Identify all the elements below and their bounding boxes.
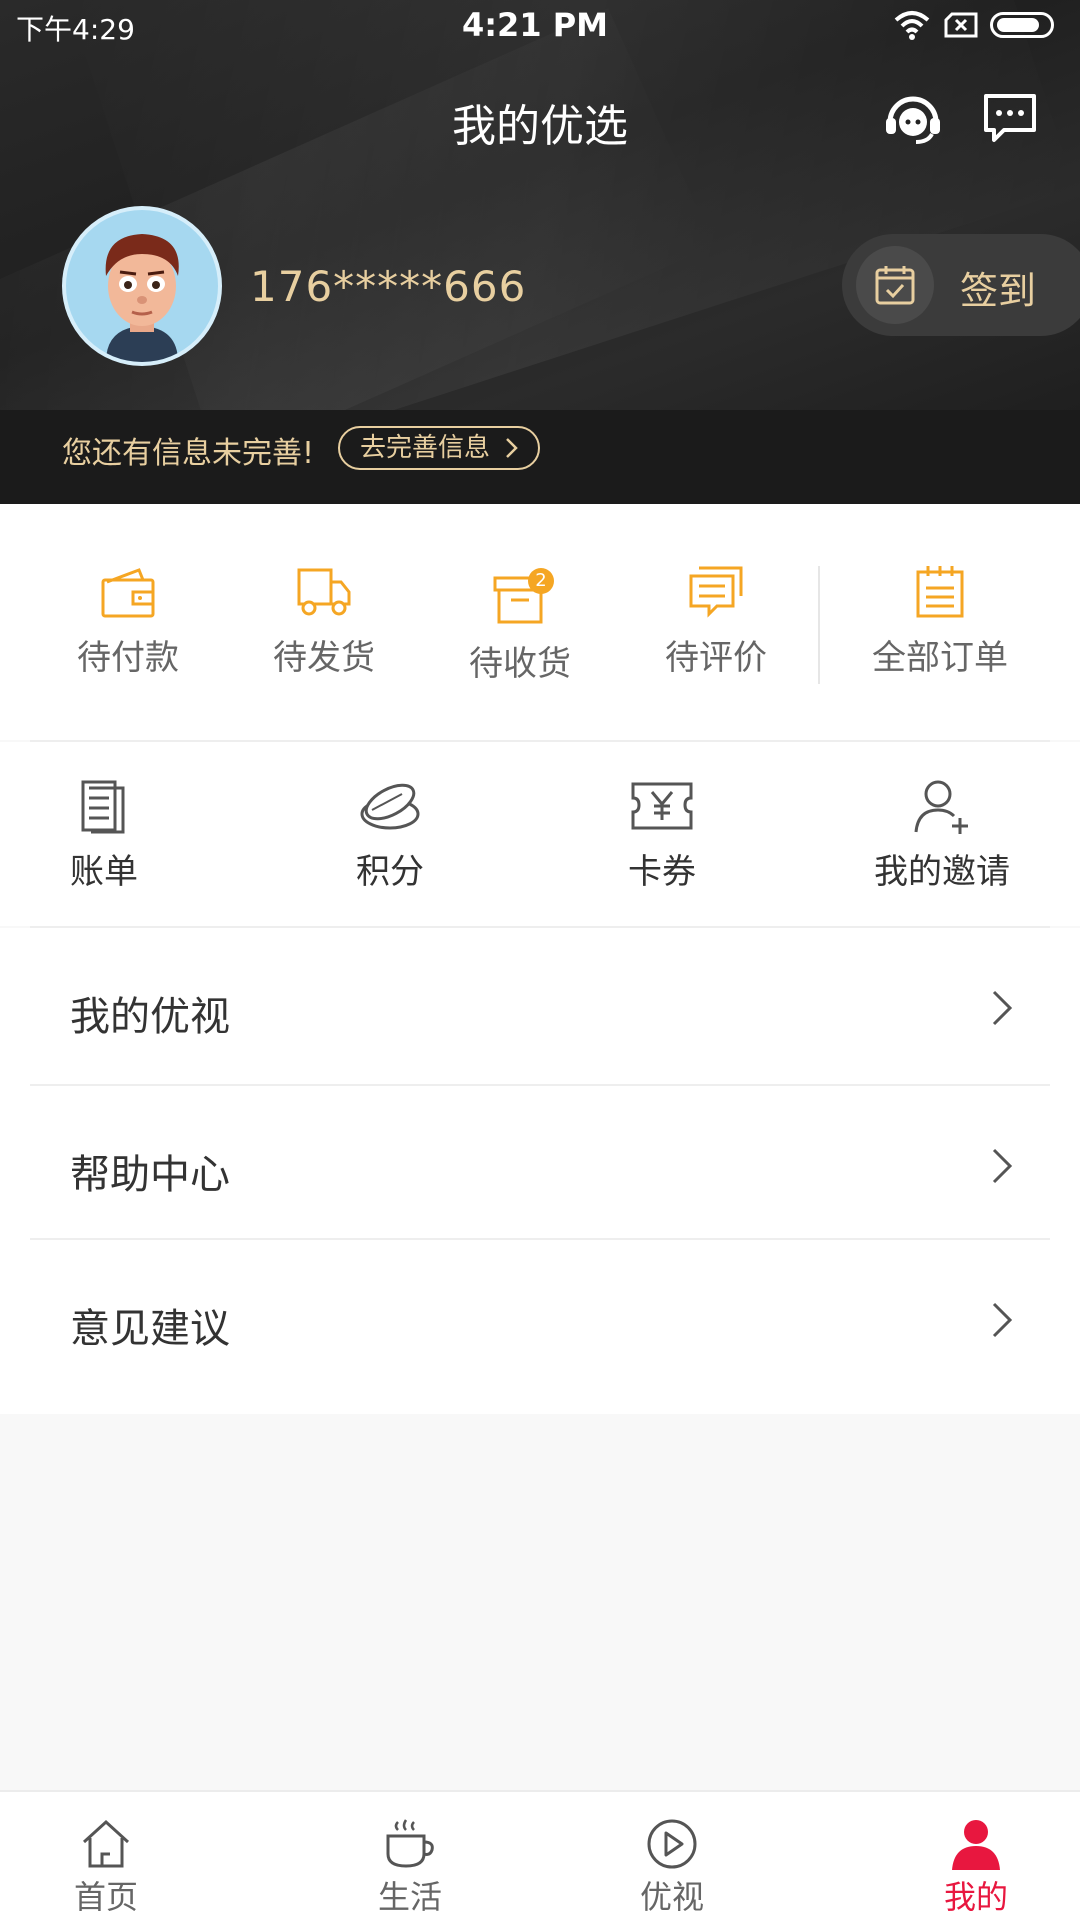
tab-label: 首页 xyxy=(73,1878,138,1916)
tab-videos[interactable]: 优视 xyxy=(612,1818,732,1918)
tool-label: 我的邀请 xyxy=(874,852,1010,892)
all-orders-button[interactable]: 全部订单 xyxy=(840,564,1040,679)
bill-icon xyxy=(81,780,125,834)
clipboard-icon xyxy=(916,566,964,618)
order-divider xyxy=(818,566,820,684)
coupon-icon xyxy=(631,782,693,830)
comment-icon xyxy=(689,566,743,618)
tools-section: 账单 积分 卡券 我的邀请 xyxy=(0,742,1080,926)
tab-label: 我的 xyxy=(943,1878,1008,1916)
profile-header: 下午4:29 4:21 PM 我的优选 176*****666 签到 您还有信息… xyxy=(0,0,1080,504)
tool-points[interactable]: 积分 xyxy=(290,778,490,893)
tool-coupons[interactable]: 卡券 xyxy=(562,778,762,893)
tab-label: 生活 xyxy=(377,1878,442,1916)
bottom-tab-bar: 首页 生活 优视 我的 xyxy=(0,1790,1080,1922)
menu-help-center[interactable]: 帮助中心 xyxy=(30,1086,1050,1236)
tab-life[interactable]: 生活 xyxy=(350,1818,470,1918)
battery-icon xyxy=(990,12,1054,38)
wallet-icon xyxy=(101,568,155,618)
menu-label: 我的优视 xyxy=(70,994,230,1040)
chevron-right-icon xyxy=(992,1148,1013,1184)
chevron-right-icon xyxy=(992,990,1013,1026)
order-count-badge: 2 xyxy=(528,568,554,594)
order-label: 待收货 xyxy=(469,644,571,684)
order-pending-shipment[interactable]: 待发货 xyxy=(226,564,422,679)
tool-label: 卡券 xyxy=(628,852,696,892)
order-label: 待付款 xyxy=(77,638,179,678)
tool-bill[interactable]: 账单 xyxy=(4,778,204,893)
complete-info-label: 去完善信息 xyxy=(360,433,491,463)
order-label: 待发货 xyxy=(273,638,375,678)
tab-home[interactable]: 首页 xyxy=(46,1818,166,1918)
menu-my-videos[interactable]: 我的优视 xyxy=(30,928,1050,1078)
signin-button[interactable]: 签到 xyxy=(842,234,1080,336)
cup-icon xyxy=(386,1819,434,1868)
order-pending-review[interactable]: 待评价 xyxy=(618,564,814,679)
tool-label: 积分 xyxy=(356,852,424,892)
customer-service-icon[interactable] xyxy=(884,92,942,146)
no-sim-icon xyxy=(944,12,978,38)
tool-label: 账单 xyxy=(70,852,138,892)
calendar-check-icon xyxy=(875,266,915,305)
tab-label: 优视 xyxy=(639,1878,704,1916)
order-section: 待付款 待发货 待收货 2 待评价 全部订单 xyxy=(0,504,1080,740)
home-icon xyxy=(82,1819,130,1868)
all-orders-label: 全部订单 xyxy=(872,638,1008,678)
order-pending-payment[interactable]: 待付款 xyxy=(30,564,226,679)
play-icon xyxy=(647,1819,697,1869)
order-pending-receipt[interactable]: 待收货 xyxy=(422,564,618,685)
avatar-illustration xyxy=(105,234,179,362)
message-icon[interactable] xyxy=(982,92,1038,146)
complete-info-button[interactable]: 去完善信息 xyxy=(338,426,541,470)
coins-icon xyxy=(360,783,420,830)
order-label: 待评价 xyxy=(665,638,767,678)
avatar[interactable] xyxy=(62,206,222,366)
wifi-icon xyxy=(894,11,930,40)
invite-icon xyxy=(914,780,968,834)
tab-mine[interactable]: 我的 xyxy=(916,1818,1036,1918)
menu-list: 我的优视 帮助中心 意见建议 xyxy=(0,928,1080,1414)
menu-feedback[interactable]: 意见建议 xyxy=(30,1240,1050,1390)
signin-icon-bg xyxy=(856,246,934,324)
status-bar: 下午4:29 4:21 PM xyxy=(0,0,1080,52)
menu-label: 意见建议 xyxy=(70,1306,230,1352)
truck-icon xyxy=(297,568,351,616)
chevron-right-icon xyxy=(506,438,519,458)
menu-label: 帮助中心 xyxy=(70,1152,230,1198)
tool-invite[interactable]: 我的邀请 xyxy=(842,778,1042,893)
user-phone: 176*****666 xyxy=(250,262,527,311)
signin-label: 签到 xyxy=(960,269,1037,313)
incomplete-info-text: 您还有信息未完善! xyxy=(62,436,315,471)
person-icon xyxy=(952,1820,1000,1870)
chevron-right-icon xyxy=(992,1302,1013,1338)
